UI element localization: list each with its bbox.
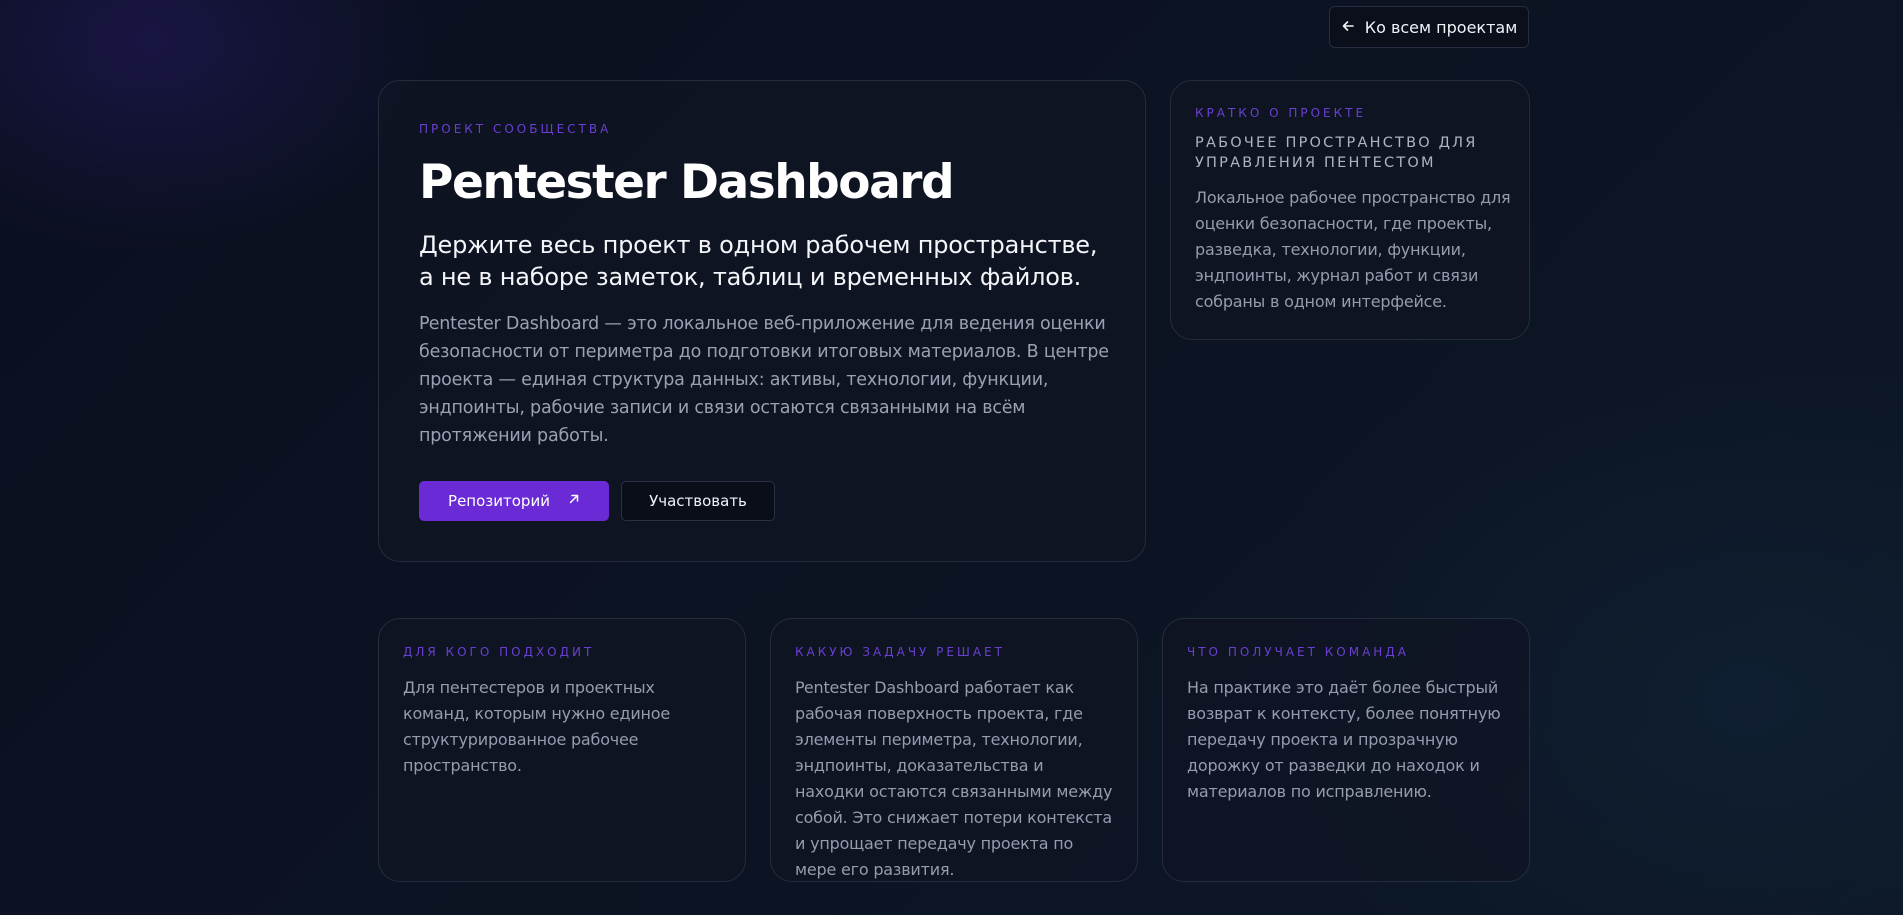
info-card-text: На практике это даёт более быстрый возвр… — [1187, 678, 1501, 801]
back-button-label: Ко всем проектам — [1364, 17, 1518, 37]
page-title: Pentester Dashboard — [419, 155, 955, 210]
arrow-up-right-icon — [568, 493, 580, 509]
info-card-problem: КАКУЮ ЗАДАЧУ РЕШАЕТ Pentester Dashboard … — [770, 618, 1138, 882]
hero-subtitle: Держите весь проект в одном рабочем прос… — [419, 231, 1098, 291]
summary-eyebrow: КРАТКО О ПРОЕКТЕ — [1195, 106, 1367, 120]
hero-eyebrow: ПРОЕКТ СООБЩЕСТВА — [419, 122, 612, 136]
info-card-text: Для пентестеров и проектных команд, кото… — [403, 678, 671, 775]
info-card-eyebrow: ДЛЯ КОГО ПОДХОДИТ — [403, 645, 595, 659]
arrow-left-icon — [1341, 19, 1355, 36]
summary-card: КРАТКО О ПРОЕКТЕ РАБОЧЕЕ ПРОСТРАНСТВО ДЛ… — [1170, 80, 1530, 340]
info-card-benefits: ЧТО ПОЛУЧАЕТ КОМАНДА На практике это даё… — [1162, 618, 1530, 882]
participate-button-label: Участвовать — [649, 492, 747, 510]
summary-text: Локальное рабочее пространство для оценк… — [1195, 188, 1511, 311]
hero-description: Pentester Dashboard — это локальное веб-… — [419, 314, 1109, 446]
repository-button[interactable]: Репозиторий — [419, 481, 609, 521]
repository-button-label: Репозиторий — [448, 492, 550, 510]
participate-button[interactable]: Участвовать — [621, 481, 775, 521]
info-card-audience: ДЛЯ КОГО ПОДХОДИТ Для пентестеров и прое… — [378, 618, 746, 882]
hero-card: ПРОЕКТ СООБЩЕСТВА Pentester Dashboard Де… — [378, 80, 1146, 562]
summary-heading: РАБОЧЕЕ ПРОСТРАНСТВО ДЛЯ УПРАВЛЕНИЯ ПЕНТ… — [1195, 135, 1478, 171]
info-card-eyebrow: КАКУЮ ЗАДАЧУ РЕШАЕТ — [795, 645, 1005, 659]
info-card-text: Pentester Dashboard работает как рабочая… — [795, 678, 1113, 879]
info-card-eyebrow: ЧТО ПОЛУЧАЕТ КОМАНДА — [1187, 645, 1409, 659]
back-to-projects-button[interactable]: Ко всем проектам — [1329, 6, 1529, 48]
